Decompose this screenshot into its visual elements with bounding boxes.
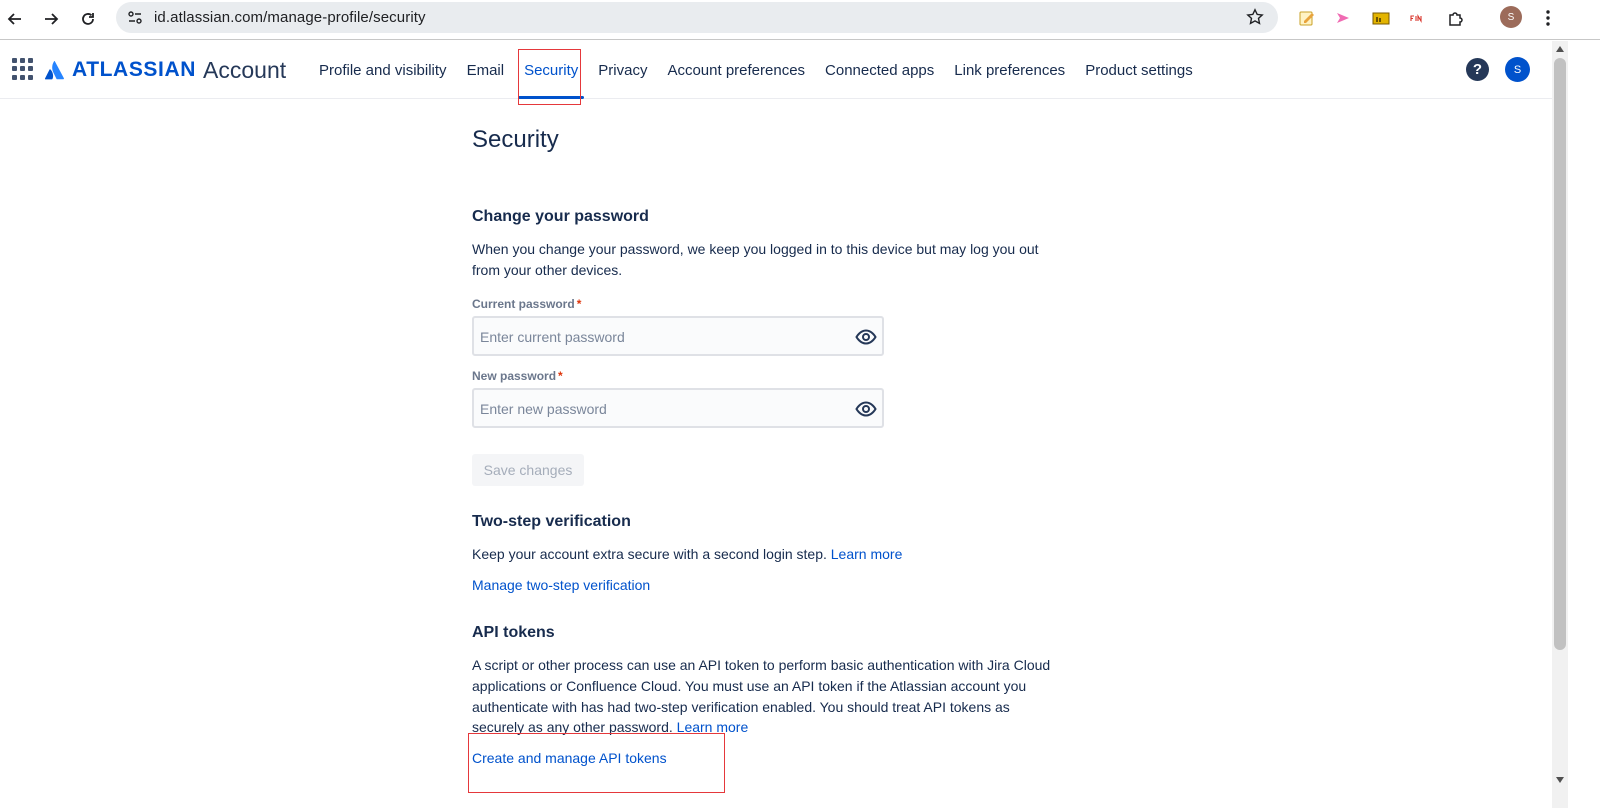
atlassian-logo-icon — [44, 61, 64, 80]
save-changes-button[interactable]: Save changes — [472, 454, 584, 486]
api-tokens-description-line1: A script or other process can use an API… — [472, 657, 1051, 673]
product-name: Account — [203, 56, 287, 83]
two-step-description: Keep your account extra secure with a se… — [472, 544, 1072, 565]
brand-wordmark: ATLASSIAN — [72, 58, 197, 81]
site-info-icon[interactable] — [122, 5, 148, 31]
help-icon[interactable]: ? — [1466, 58, 1489, 81]
api-tokens-heading: API tokens — [472, 624, 555, 641]
nav-email[interactable]: Email — [457, 41, 515, 99]
change-password-description-line1: When you change your password, we keep y… — [472, 241, 1039, 257]
top-navigation: Profile and visibility Email Security Pr… — [309, 41, 1203, 99]
pink-extension-icon[interactable] — [1332, 7, 1354, 29]
two-step-learn-more-link[interactable]: Learn more — [831, 546, 903, 562]
nav-profile-and-visibility[interactable]: Profile and visibility — [309, 41, 457, 99]
nav-product-settings[interactable]: Product settings — [1075, 41, 1203, 99]
forward-icon[interactable] — [38, 6, 64, 32]
change-password-heading: Change your password — [472, 208, 649, 225]
browser-menu-icon[interactable] — [1538, 6, 1558, 30]
scroll-up-arrow-icon[interactable] — [1555, 45, 1565, 53]
new-password-input[interactable] — [480, 399, 840, 419]
api-tokens-description-line2: applications or Confluence Cloud. You mu… — [472, 678, 1027, 694]
new-password-field[interactable] — [472, 388, 884, 428]
back-icon[interactable] — [2, 6, 28, 32]
two-step-description-text: Keep your account extra secure with a se… — [472, 546, 827, 562]
scrollbar-thumb[interactable] — [1554, 58, 1566, 650]
bookmark-star-icon[interactable] — [1244, 6, 1266, 28]
page-title: Security — [472, 126, 559, 153]
url-text: id.atlassian.com/manage-profile/security — [154, 9, 426, 26]
nav-link-preferences[interactable]: Link preferences — [944, 41, 1075, 99]
app-header: ATLASSIAN Account Profile and visibility… — [0, 41, 1552, 99]
notes-extension-icon[interactable] — [1296, 7, 1318, 29]
atlassian-account-logo[interactable]: ATLASSIAN Account — [44, 55, 286, 85]
nav-account-preferences[interactable]: Account preferences — [657, 41, 815, 99]
app-switcher-icon[interactable] — [12, 58, 34, 80]
api-tokens-link-highlight — [468, 733, 725, 793]
nav-connected-apps[interactable]: Connected apps — [815, 41, 944, 99]
reload-icon[interactable] — [75, 6, 101, 32]
browser-toolbar: id.atlassian.com/manage-profile/security… — [0, 0, 1600, 40]
api-tokens-description-line3: authenticate with has had two-step verif… — [472, 699, 1010, 715]
find-extension-icon[interactable] — [1406, 7, 1428, 29]
extensions-puzzle-icon[interactable] — [1445, 7, 1467, 29]
change-password-description-line2: from your other devices. — [472, 262, 623, 278]
current-password-field[interactable] — [472, 316, 884, 356]
folder-extension-icon[interactable] — [1370, 7, 1392, 29]
current-password-input[interactable] — [480, 327, 840, 347]
browser-profile-avatar[interactable]: S — [1500, 6, 1522, 28]
show-current-password-eye-icon[interactable] — [854, 325, 878, 349]
manage-two-step-link[interactable]: Manage two-step verification — [472, 577, 650, 593]
two-step-heading: Two-step verification — [472, 513, 631, 530]
nav-privacy[interactable]: Privacy — [588, 41, 657, 99]
show-new-password-eye-icon[interactable] — [854, 397, 878, 421]
current-password-label: Current password * — [472, 297, 582, 311]
new-password-label: New password * — [472, 369, 563, 383]
security-tab-highlight — [518, 49, 581, 105]
scroll-down-arrow-icon[interactable] — [1555, 776, 1565, 784]
user-avatar[interactable]: S — [1505, 57, 1530, 82]
address-bar[interactable]: id.atlassian.com/manage-profile/security — [116, 2, 1278, 33]
